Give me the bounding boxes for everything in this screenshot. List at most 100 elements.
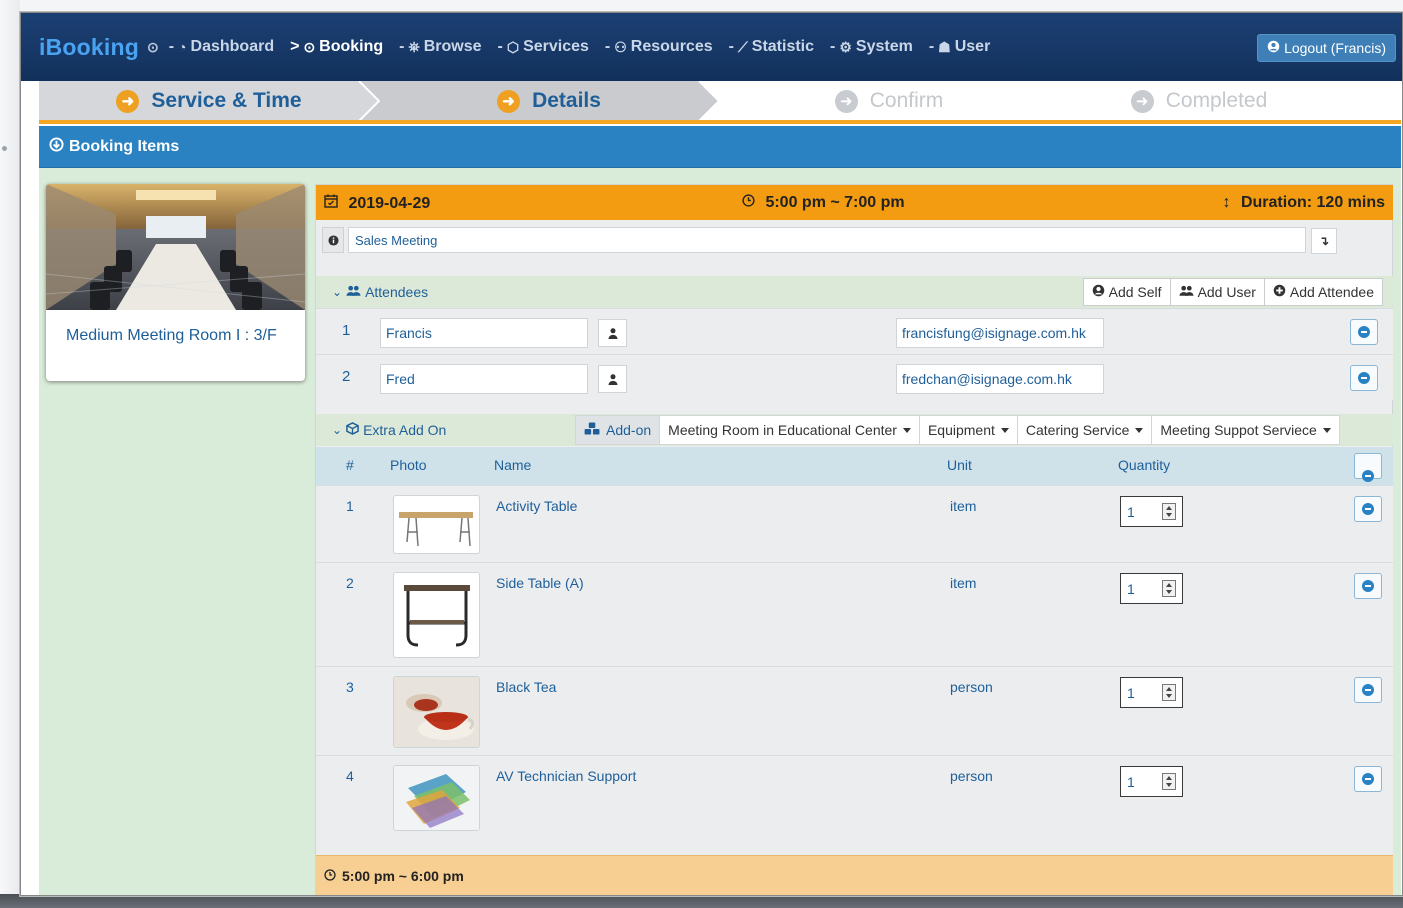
addon-name[interactable]: Activity Table (496, 498, 577, 514)
spinner-arrows-icon[interactable] (1162, 684, 1176, 701)
remove-addon-button[interactable] (1354, 496, 1382, 522)
arrow-right-circle-icon: ➜ (834, 89, 858, 113)
addon-tab[interactable]: Add-on (575, 415, 661, 445)
booking-items-header[interactable]: Booking Items (39, 126, 1401, 168)
attendee-row: 1 Francis francisfung@isignage.com.hk (316, 308, 1393, 354)
caret-down-icon (1135, 427, 1144, 433)
circle-down-icon: ⊙ (303, 38, 316, 55)
nav-separator: - (728, 38, 734, 55)
person-icon[interactable] (598, 365, 627, 393)
addon-name[interactable]: Black Tea (496, 679, 556, 695)
addon-dropdowns: Add-on Meeting Room in Educational Cente… (575, 414, 1340, 446)
spinner-arrows-icon[interactable] (1162, 580, 1176, 597)
nav-statistic[interactable]: - ⟋ Statistic (729, 38, 814, 56)
nav-dashboard[interactable]: - ◔ Dashboard (169, 38, 274, 56)
activity-table-photo (393, 495, 480, 554)
chevron-down-icon: ⌄ (332, 285, 343, 299)
booking-time: 5:00 pm ~ 7:00 pm (742, 194, 905, 212)
add-self-label: Add Self (1108, 284, 1162, 300)
users-icon: ☗ (938, 38, 951, 55)
add-user-button[interactable]: Add User (1169, 278, 1265, 306)
addon-number: 4 (346, 768, 354, 784)
top-navbar: iBooking ⊙ - ◔ Dashboard > ⊙ Booking - ⛯… (21, 13, 1402, 81)
info-icon[interactable] (322, 227, 344, 253)
spinner-arrows-icon[interactable] (1162, 503, 1176, 520)
brand-logo[interactable]: iBooking (39, 34, 139, 61)
nav-system[interactable]: - ⚙ System (830, 38, 913, 56)
booking-block: 2019-04-29 5:00 pm ~ 7:00 pm ↕ Duration:… (315, 184, 1393, 895)
add-attendee-button[interactable]: Add Attendee (1263, 278, 1383, 306)
title-row (322, 227, 1340, 253)
person-icon[interactable] (598, 319, 627, 347)
arrow-right-circle-icon: ➜ (116, 89, 140, 113)
meeting-support-dropdown[interactable]: Meeting Suppot Serviece (1151, 415, 1340, 445)
room-name[interactable]: Medium Meeting Room I : 3/F (46, 310, 305, 361)
catering-dropdown[interactable]: Catering Service (1016, 415, 1153, 445)
nav-separator: > (290, 38, 300, 55)
nav-user[interactable]: - ☗ User (929, 38, 990, 56)
background-top (0, 0, 1403, 12)
addon-tab-label: Add-on (606, 422, 652, 438)
step-service-time[interactable]: ➜ Service & Time (39, 81, 379, 121)
addon-heading: Extra Add On (363, 422, 447, 438)
nav-label: Services (523, 38, 589, 55)
caret-down-icon (1000, 427, 1009, 433)
column-number: # (346, 457, 354, 473)
nav-browse[interactable]: - ⛯ Browse (399, 38, 481, 56)
equipment-dropdown[interactable]: Equipment (918, 415, 1018, 445)
user-circle-icon (1267, 40, 1280, 56)
attendees-section-header[interactable]: ⌄ Attendees Add Self Add User Add Attend… (316, 276, 1393, 308)
quantity-stepper[interactable]: 1 (1120, 496, 1183, 527)
decorative-dot (2, 146, 7, 151)
meeting-room-dropdown[interactable]: Meeting Room in Educational Center (659, 415, 920, 445)
line-chart-icon: ⟋ (737, 38, 748, 55)
addon-unit: person (950, 768, 993, 784)
quantity-stepper[interactable]: 1 (1120, 766, 1183, 797)
minus-circle-icon (1362, 684, 1374, 696)
nav-separator: - (830, 38, 836, 55)
logout-button[interactable]: Logout (Francis) (1257, 34, 1396, 62)
step-details[interactable]: ➜ Details (379, 81, 719, 121)
addon-unit: person (950, 679, 993, 695)
room-card[interactable]: Medium Meeting Room I : 3/F (46, 184, 305, 381)
quantity-value: 1 (1127, 581, 1135, 597)
dropdown-label: Equipment (927, 422, 995, 438)
addon-row: 2 Side Table (A) item 1 (316, 562, 1393, 666)
nav-services[interactable]: - ⬡ Services (498, 38, 589, 56)
remove-addon-button[interactable] (1354, 573, 1382, 599)
remove-all-addons-button[interactable] (1354, 453, 1382, 482)
quantity-stepper[interactable]: 1 (1120, 677, 1183, 708)
sort-down-icon[interactable]: ↴ (1311, 228, 1337, 254)
addon-name[interactable]: AV Technician Support (496, 768, 636, 784)
quantity-stepper[interactable]: 1 (1120, 573, 1183, 604)
remove-attendee-button[interactable] (1350, 365, 1378, 391)
meeting-title-input[interactable] (348, 227, 1306, 253)
attendee-name-input[interactable]: Fred (380, 364, 588, 394)
arrow-right-circle-icon: ➜ (1130, 89, 1154, 113)
calendar-icon (324, 194, 342, 212)
spinner-arrows-icon[interactable] (1162, 773, 1176, 790)
nav-separator: - (168, 38, 175, 55)
background-left-edge (0, 0, 20, 908)
add-self-button[interactable]: Add Self (1082, 278, 1171, 306)
booking-duration: ↕ Duration: 120 mins (1223, 194, 1385, 212)
circle-down-icon (49, 136, 64, 157)
remove-attendee-button[interactable] (1350, 319, 1378, 345)
attendee-email-input[interactable]: fredchan@isignage.com.hk (896, 364, 1104, 394)
attendee-name-input[interactable]: Francis (380, 318, 588, 348)
addon-name[interactable]: Side Table (A) (496, 575, 584, 591)
remove-addon-button[interactable] (1354, 677, 1382, 703)
minus-circle-icon (1358, 372, 1370, 384)
attendee-email-input[interactable]: francisfung@isignage.com.hk (896, 318, 1104, 348)
addon-row: 3 Black Tea person 1 (316, 666, 1393, 755)
nav-label: Browse (423, 38, 482, 55)
addon-section-header[interactable]: ⌄ Extra Add On Add-on Meeting Room in Ed… (316, 414, 1393, 446)
nav-resources[interactable]: - ⚇ Resources (605, 38, 713, 56)
clock-icon (324, 868, 336, 884)
nav-booking[interactable]: > ⊙ Booking (290, 38, 383, 56)
minus-circle-icon (1362, 580, 1374, 592)
remove-addon-button[interactable] (1354, 766, 1382, 792)
nav-label: User (954, 38, 991, 55)
logout-label: Logout (Francis) (1284, 40, 1386, 56)
time-value: 5:00 pm ~ 7:00 pm (765, 194, 905, 211)
